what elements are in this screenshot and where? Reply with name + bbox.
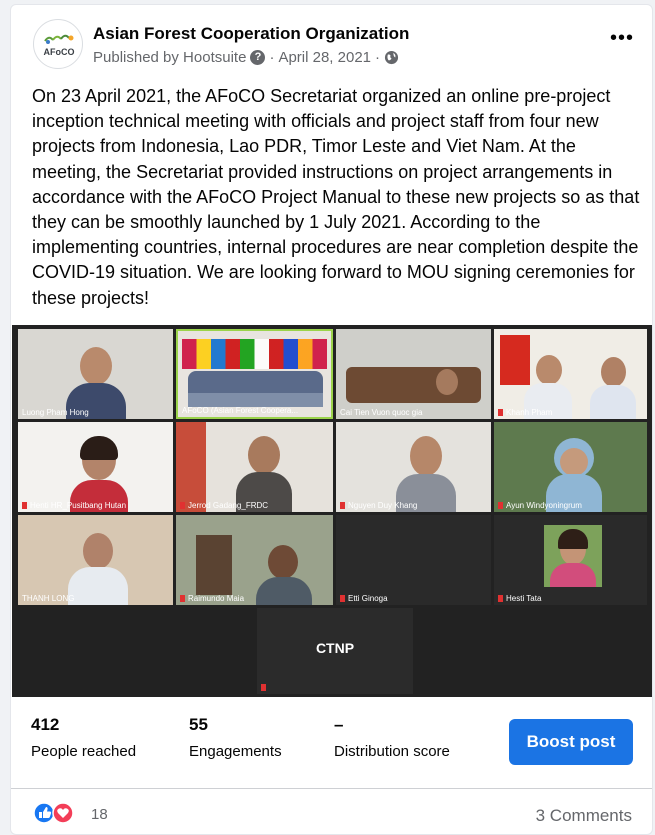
participant-tile: AFoCO (Asian Forest Coopera... (176, 329, 333, 419)
comments-count-link[interactable]: 3 Comments (536, 806, 632, 826)
participant-person-icon (256, 545, 312, 605)
participant-tile: CTNP (257, 608, 413, 694)
participant-name: Nguyen Duy Khang (340, 501, 417, 510)
participant-tile: Jerrod Gadang_FRDC (176, 422, 333, 512)
participant-name: Ayun Windyoningrum (498, 501, 582, 510)
love-icon (52, 802, 74, 824)
reactions-bar: 18 3 Comments (11, 790, 652, 834)
participant-tile: Khanh Pham (494, 329, 647, 419)
people-reached-label: People reached (31, 743, 137, 760)
people-reached-stat[interactable]: 412 People reached (31, 715, 136, 760)
post-body-text: On 23 April 2021, the AFoCO Secretariat … (32, 86, 640, 308)
like-icon (33, 802, 55, 824)
engagements-stat[interactable]: 55 Engagements (189, 715, 282, 760)
participant-person-icon (68, 533, 128, 605)
ctnp-label: CTNP (315, 640, 355, 656)
meta-separator-2: · (375, 49, 381, 66)
participant-name: AFoCO (Asian Forest Coopera... (182, 406, 299, 415)
muted-mic-icon (261, 684, 266, 692)
engagements-value: 55 (189, 715, 208, 734)
muted-mic-icon (498, 502, 503, 510)
reaction-icons[interactable] (33, 802, 81, 824)
video-call-image[interactable]: Luong Pham Hong AFoCO (Asian Forest Coop… (12, 325, 652, 697)
people-reached-value: 412 (31, 715, 60, 734)
participant-tile: Hesti Tata (494, 515, 647, 605)
muted-mic-icon (340, 502, 345, 510)
post-meta: Published by Hootsuite ? · April 28, 202… (93, 49, 399, 66)
participant-tile: Raimundo Maia (176, 515, 333, 605)
page-name[interactable]: Asian Forest Cooperation Organization (93, 24, 409, 44)
participant-person-icon (590, 357, 636, 419)
muted-mic-icon (180, 595, 185, 603)
participant-tile: Ayun Windyoningrum (494, 422, 647, 512)
participant-name: Hesti Tata (498, 594, 541, 603)
globe-icon (384, 50, 399, 65)
distribution-score-value: – (334, 715, 344, 734)
post-insights: 412 People reached 55 Engagements – Dist… (11, 697, 652, 789)
question-icon[interactable]: ? (250, 50, 266, 65)
muted-mic-icon (22, 502, 27, 510)
participant-tile: Henti HR_Pusitbang Hutan (18, 422, 173, 512)
participant-name: Khanh Pham (498, 408, 552, 417)
post-date[interactable]: April 28, 2021 (278, 49, 371, 66)
meta-separator: · (269, 49, 275, 66)
participant-tile: Etti Ginoga (336, 515, 491, 605)
muted-mic-icon (498, 409, 503, 417)
post-header: AFoCO Asian Forest Cooperation Organizat… (33, 19, 633, 77)
participant-name: Cai Tien Vuon quoc gia (340, 408, 423, 417)
participant-name: Henti HR_Pusitbang Hutan (22, 501, 126, 510)
participant-name: THANH LONG (22, 594, 75, 603)
participant-tile: Nguyen Duy Khang (336, 422, 491, 512)
muted-mic-icon (180, 502, 185, 510)
participant-name: Jerrod Gadang_FRDC (180, 501, 268, 510)
more-options-button[interactable]: ••• (610, 28, 634, 48)
participant-name: Luong Pham Hong (22, 408, 89, 417)
page-avatar[interactable]: AFoCO (33, 19, 83, 69)
afoco-logo-leaves-icon (44, 34, 74, 44)
avatar-logo-text: AFoCO (43, 47, 75, 57)
participant-name: Etti Ginoga (340, 594, 388, 603)
muted-mic-icon (340, 595, 345, 603)
participant-tile: Cai Tien Vuon quoc gia (336, 329, 491, 419)
ctnp-mic (261, 683, 269, 692)
boost-post-button[interactable]: Boost post (509, 719, 633, 765)
participant-tile: Luong Pham Hong (18, 329, 173, 419)
participant-tile: THANH LONG (18, 515, 173, 605)
published-by: Published by Hootsuite (93, 49, 247, 66)
distribution-score-label: Distribution score (334, 743, 450, 760)
reaction-count[interactable]: 18 (91, 806, 108, 823)
muted-mic-icon (498, 595, 503, 603)
engagements-label: Engagements (189, 743, 282, 760)
post-card: AFoCO Asian Forest Cooperation Organizat… (10, 4, 653, 835)
distribution-score-stat[interactable]: – Distribution score (334, 715, 450, 760)
participant-name: Raimundo Maia (180, 594, 244, 603)
